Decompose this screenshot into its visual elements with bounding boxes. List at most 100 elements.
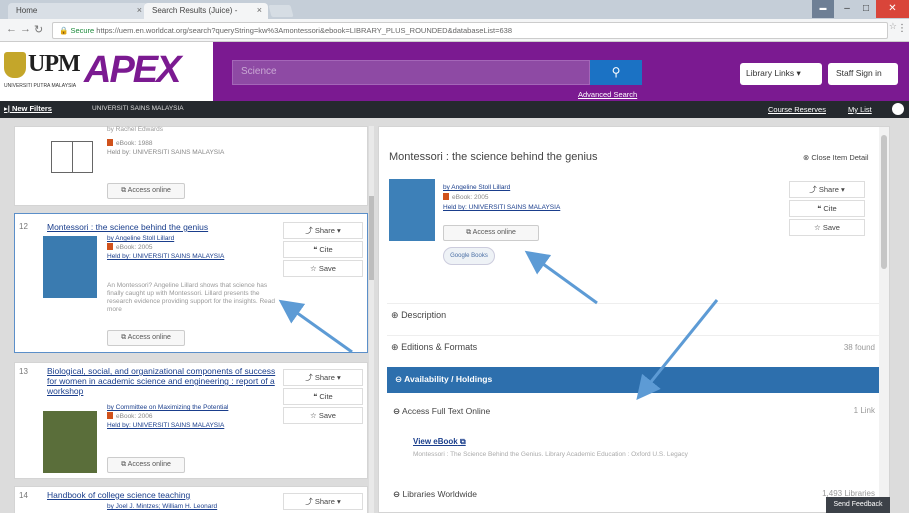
browser-menu-icon[interactable]: ⋮ — [897, 23, 907, 34]
detail-access-online-button[interactable]: ⧉ Access online — [443, 225, 539, 241]
share-button[interactable]: ⤴ Share ▾ — [283, 493, 363, 510]
result-actions: ⤴ Share ▾ ❝ Cite ☆ Save — [283, 369, 363, 426]
result-card[interactable]: by Rachel Edwards eBook: 1988 Held by: U… — [14, 126, 368, 206]
cite-label: Cite — [319, 392, 333, 401]
access-online-button[interactable]: ⧉ Access online — [107, 183, 185, 199]
close-item-detail-link[interactable]: ⊗ Close Item Detail — [803, 153, 869, 162]
result-author[interactable]: by Committee on Maximizing the Potential — [107, 404, 228, 411]
minimize-icon[interactable]: – — [836, 0, 858, 18]
view-ebook-link[interactable]: View eBook ⧉ — [413, 437, 466, 447]
access-online-label: Access online — [127, 187, 171, 194]
send-feedback-button[interactable]: Send Feedback — [826, 497, 890, 513]
ebook-description: Montessori : The Science Behind the Geni… — [413, 451, 688, 458]
results-scrollbar[interactable] — [369, 126, 374, 513]
result-card[interactable]: 13 Biological, social, and organizationa… — [14, 362, 368, 479]
share-icon: ⤴ — [305, 226, 313, 235]
result-card[interactable]: 14 Handbook of college science teaching … — [14, 486, 368, 513]
advanced-search-link[interactable]: Advanced Search — [578, 90, 637, 99]
result-author[interactable]: by Rachel Edwards — [107, 126, 337, 135]
list-toggle-icon[interactable] — [892, 103, 904, 115]
forward-arrow-icon[interactable]: → — [20, 23, 31, 35]
access-full-text-section[interactable]: ⊖ Access Full Text Online 1 Link — [393, 406, 879, 417]
reload-icon[interactable]: ↻ — [34, 23, 43, 36]
detail-held-by[interactable]: Held by: UNIVERSITI SAINS MALAYSIA — [443, 204, 560, 211]
result-title[interactable]: Biological, social, and organizational c… — [47, 366, 279, 396]
access-full-text-label: Access Full Text Online — [402, 406, 491, 416]
availability-section[interactable]: ⊖ Availability / Holdings — [387, 367, 883, 393]
close-icon[interactable]: × — [257, 5, 262, 15]
new-tab-button[interactable] — [268, 5, 294, 17]
result-held-by[interactable]: Held by: UNIVERSITI SAINS MALAYSIA — [107, 253, 224, 260]
upm-crest-icon — [4, 52, 26, 78]
share-button[interactable]: ⤴ Share ▾ — [789, 181, 865, 198]
quote-icon: ❝ — [313, 245, 318, 254]
item-detail-pane: Montessori : the science behind the geni… — [378, 126, 890, 513]
cite-button[interactable]: ❝ Cite — [283, 241, 363, 258]
new-filters-label: New Filters — [11, 104, 52, 113]
ebook-icon — [443, 193, 449, 200]
result-card-selected[interactable]: 12 Montessori : the science behind the g… — [14, 213, 368, 353]
star-icon: ☆ — [310, 264, 317, 273]
cite-button[interactable]: ❝ Cite — [283, 388, 363, 405]
cite-label: Cite — [823, 204, 837, 213]
logo-area[interactable]: UPM UNIVERSITI PUTRA MALAYSIA APEX — [0, 42, 213, 101]
secure-label: Secure — [70, 26, 95, 35]
result-title[interactable]: Handbook of college science teaching — [47, 490, 277, 500]
minus-circle-icon: ⊖ — [393, 489, 401, 499]
library-links-dropdown[interactable]: Library Links ▾ — [740, 63, 822, 85]
user-profile-icon[interactable]: ▬ — [812, 0, 834, 18]
share-button[interactable]: ⤴ Share ▾ — [283, 369, 363, 386]
detail-title: Montessori : the science behind the geni… — [389, 151, 598, 163]
staff-signin-button[interactable]: Staff Sign in — [828, 63, 898, 85]
apex-brand-text: APEX — [84, 49, 181, 91]
external-link-icon: ⧉ — [121, 461, 127, 468]
search-button[interactable]: ⚲ — [590, 60, 642, 85]
book-cover[interactable] — [43, 411, 97, 473]
save-button[interactable]: ☆ Save — [789, 219, 865, 236]
editions-section[interactable]: ⊕ Editions & Formats 38 found — [387, 335, 883, 359]
bookmark-star-icon[interactable]: ☆ — [889, 21, 897, 32]
result-held-by[interactable]: Held by: UNIVERSITI SAINS MALAYSIA — [107, 422, 224, 429]
course-reserves-link[interactable]: Course Reserves — [768, 105, 826, 114]
institution-label: UNIVERSITI SAINS MALAYSIA — [92, 105, 184, 112]
detail-format: eBook: 2005 — [452, 194, 489, 201]
url-field[interactable]: 🔒 Secure https://uem.en.worldcat.org/sea… — [52, 22, 888, 39]
search-input[interactable]: Science — [232, 60, 590, 85]
libraries-worldwide-label: Libraries Worldwide — [402, 489, 477, 499]
save-button[interactable]: ☆ Save — [283, 407, 363, 424]
result-meta: by Committee on Maximizing the Potential… — [107, 403, 228, 430]
window-close-icon[interactable]: ✕ — [876, 0, 909, 18]
detail-scrollbar-thumb[interactable] — [881, 135, 887, 269]
result-author[interactable]: by Angeline Stoll Lillard — [107, 235, 174, 242]
result-number: 13 — [19, 367, 28, 376]
browser-tab-home[interactable]: Home × — [8, 3, 148, 19]
book-cover[interactable] — [43, 236, 97, 298]
detail-author[interactable]: by Angeline Stoll Lillard — [443, 184, 510, 191]
google-books-button[interactable]: Google Books — [443, 247, 495, 265]
result-held-by[interactable]: Held by: UNIVERSITI SAINS MALAYSIA — [107, 149, 224, 156]
description-section[interactable]: ⊕ Description — [387, 303, 883, 327]
results-scrollbar-thumb[interactable] — [369, 196, 374, 280]
libraries-worldwide-section[interactable]: ⊖ Libraries Worldwide 1,493 Libraries — [393, 489, 879, 500]
result-title[interactable]: Montessori : the science behind the geni… — [47, 222, 277, 232]
ebook-icon — [107, 243, 113, 250]
result-number: 14 — [19, 491, 28, 500]
share-button[interactable]: ⤴ Share ▾ — [283, 222, 363, 239]
my-list-link[interactable]: My List — [848, 105, 872, 114]
result-author-link[interactable]: by Joel J. Mintzes; William H. Leonard — [107, 503, 217, 510]
save-button[interactable]: ☆ Save — [283, 260, 363, 277]
close-icon[interactable]: × — [137, 5, 142, 15]
maximize-icon[interactable]: □ — [856, 0, 876, 18]
close-circle-icon: ⊗ — [803, 153, 810, 162]
detail-book-cover — [389, 179, 435, 241]
share-icon: ⤴ — [305, 373, 313, 382]
external-link-icon: ⧉ — [460, 437, 466, 446]
cite-button[interactable]: ❝ Cite — [789, 200, 865, 217]
access-online-label: Access online — [472, 229, 516, 236]
access-online-button[interactable]: ⧉ Access online — [107, 457, 185, 473]
back-arrow-icon[interactable]: ← — [6, 23, 17, 35]
new-filters-link[interactable]: ▸| New Filters — [4, 104, 52, 113]
site-header: UPM UNIVERSITI PUTRA MALAYSIA APEX Scien… — [0, 42, 909, 101]
access-online-button[interactable]: ⧉ Access online — [107, 330, 185, 346]
browser-tab-search-results[interactable]: Search Results (Juice) - × — [144, 3, 268, 19]
